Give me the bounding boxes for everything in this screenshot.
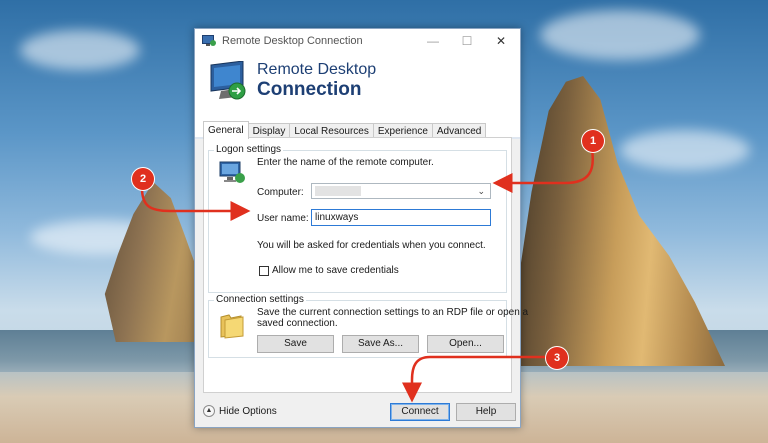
maximize-icon[interactable]: ☐ <box>452 29 482 53</box>
annotation-badge-3: 3 <box>546 347 568 369</box>
folder-icon <box>220 314 244 339</box>
annotation-badge-2: 2 <box>132 168 154 190</box>
rdp-window: Remote Desktop Connection — ☐ ✕ Remote D… <box>194 28 528 428</box>
cloud <box>540 10 700 60</box>
close-icon[interactable]: ✕ <box>486 29 516 53</box>
minimize-icon[interactable]: — <box>418 29 448 53</box>
banner-title-line2: Connection <box>257 79 362 100</box>
logon-settings-group: Logon settings Enter the name of the rem… <box>208 144 507 293</box>
general-tab-panel: Logon settings Enter the name of the rem… <box>203 137 528 393</box>
save-as-button[interactable]: Save As... <box>342 335 419 353</box>
credentials-note: You will be asked for credentials when y… <box>257 240 486 251</box>
banner-title-line1: Remote Desktop <box>257 61 377 78</box>
rdp-app-icon <box>202 35 216 46</box>
logon-instruction: Enter the name of the remote computer. <box>257 157 434 168</box>
connection-description-line1: Save the current connection settings to … <box>257 307 529 318</box>
help-button[interactable]: Help <box>456 403 516 421</box>
tab-strip: General Display Local Resources Experien… <box>203 121 487 139</box>
dialog-footer: ▲ Hide Options Connect Help <box>195 399 520 427</box>
username-value: linuxways <box>315 212 359 223</box>
username-label: User name: <box>257 213 309 224</box>
collapse-up-icon[interactable]: ▲ <box>203 405 215 417</box>
computer-monitor-icon <box>219 161 245 183</box>
cloud <box>20 30 140 70</box>
remote-desktop-monitor-icon <box>210 61 246 100</box>
annotation-badge-1: 1 <box>582 130 604 152</box>
computer-label: Computer: <box>257 187 304 198</box>
logon-settings-label: Logon settings <box>214 144 284 155</box>
connect-button[interactable]: Connect <box>390 403 450 421</box>
connection-settings-label: Connection settings <box>214 294 306 305</box>
window-title: Remote Desktop Connection <box>222 35 363 47</box>
save-credentials-checkbox[interactable] <box>259 266 269 276</box>
connection-description-line2: saved connection. <box>257 318 338 329</box>
computer-combobox[interactable]: ⌄ <box>311 183 491 199</box>
username-input[interactable]: linuxways <box>311 209 491 226</box>
cloud <box>620 130 750 170</box>
chevron-down-icon[interactable]: ⌄ <box>477 184 485 198</box>
hide-options-link[interactable]: Hide Options <box>219 406 277 417</box>
open-button[interactable]: Open... <box>427 335 504 353</box>
title-bar[interactable]: Remote Desktop Connection — ☐ ✕ <box>195 29 520 53</box>
tab-general[interactable]: General <box>203 121 249 139</box>
save-button[interactable]: Save <box>257 335 334 353</box>
save-credentials-label[interactable]: Allow me to save credentials <box>272 265 399 276</box>
connection-settings-group: Connection settings Save the current con… <box>208 294 528 358</box>
computer-value-redacted <box>315 186 361 196</box>
